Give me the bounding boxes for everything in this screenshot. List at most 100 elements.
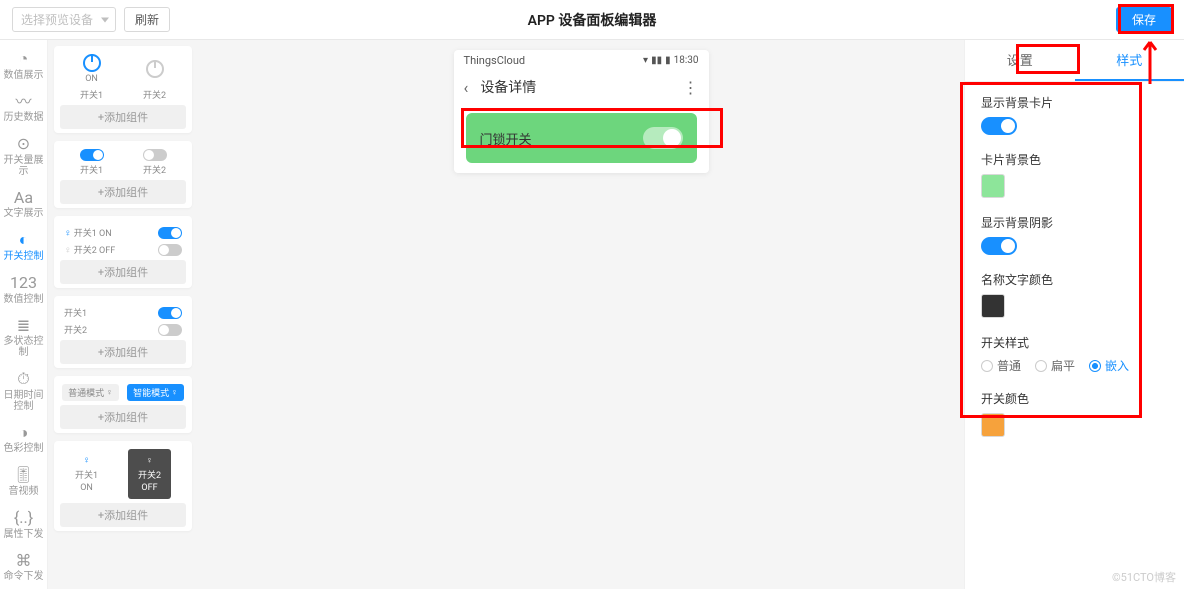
label-card-bg: 卡片背景色	[981, 151, 1168, 168]
label-sw2: 开关2	[143, 88, 166, 101]
sidebar-icon: ⏱	[17, 370, 29, 388]
phone-status-bar: ThingsCloud ▾▮▮▮18:30	[454, 50, 709, 71]
toggle-show-shadow[interactable]	[981, 237, 1017, 255]
save-button[interactable]: 保存	[1116, 7, 1172, 32]
radio-style-flat[interactable]: 扁平	[1035, 357, 1075, 374]
brand-label: ThingsCloud	[464, 54, 526, 67]
comp-card-mode[interactable]: 普通模式 ♀ 智能模式 ♀ +添加组件	[54, 376, 192, 433]
tab-settings[interactable]: 设置	[965, 40, 1075, 81]
door-lock-switch-card[interactable]: 门锁开关	[466, 113, 697, 163]
sidebar-icon: ◔	[19, 50, 29, 68]
label-on: ON	[85, 74, 98, 84]
sidebar-label: 多状态控制	[1, 336, 47, 358]
property-panel: 设置 样式 显示背景卡片 卡片背景色 显示背景阴影 名称文字颜色 开关样式	[964, 40, 1184, 589]
phone-header: ‹ 设备详情 ⋮	[454, 71, 709, 103]
mode-smart-pill: 智能模式 ♀	[127, 384, 184, 401]
bulb-off-icon: ♀	[64, 245, 72, 256]
sidebar-icon: ≣	[17, 317, 30, 335]
add-component-button[interactable]: +添加组件	[60, 405, 186, 429]
bulb-on-icon	[83, 54, 101, 72]
bulb-icon: ♀	[64, 228, 72, 239]
sidebar-item-5[interactable]: 123 数值控制	[1, 270, 47, 311]
mini-toggle-icon	[158, 244, 182, 256]
bulb-off-icon	[146, 60, 164, 78]
sidebar-icon: Aa	[14, 189, 33, 207]
sidebar-item-1[interactable]: 〰历史数据	[1, 89, 47, 130]
label-switch-color: 开关颜色	[981, 390, 1168, 407]
sidebar-item-10[interactable]: {..}属性下发	[1, 505, 47, 546]
sidebar-item-2[interactable]: ⊙ 开关量展示	[1, 131, 47, 183]
mini-toggle-off-icon	[143, 149, 167, 161]
label-name-color: 名称文字颜色	[981, 271, 1168, 288]
tab-style[interactable]: 样式	[1075, 40, 1184, 81]
radio-style-embed[interactable]: 嵌入	[1089, 357, 1129, 374]
sidebar-icon: ◑	[19, 424, 29, 442]
battery-icon: ▮	[665, 55, 671, 66]
sidebar-label: 文字展示	[4, 208, 44, 219]
add-component-button[interactable]: +添加组件	[60, 503, 186, 527]
refresh-button[interactable]: 刷新	[124, 7, 170, 32]
bulb-icon: ♀	[83, 455, 91, 466]
toggle-show-card[interactable]	[981, 117, 1017, 135]
comp-card-power[interactable]: ON 开关1 开关2 +添加组件	[54, 46, 192, 133]
device-select[interactable]: 选择预览设备	[12, 7, 116, 32]
add-component-button[interactable]: +添加组件	[60, 260, 186, 284]
add-component-button[interactable]: +添加组件	[60, 180, 186, 204]
back-icon[interactable]: ‹	[464, 78, 469, 97]
swatch-name-color[interactable]	[981, 294, 1005, 318]
sidebar-icon: ◐	[19, 231, 29, 249]
swatch-switch-color[interactable]	[981, 413, 1005, 437]
label-switch-style: 开关样式	[981, 334, 1168, 351]
mini-toggle-on-icon	[80, 149, 104, 161]
more-icon[interactable]: ⋮	[683, 78, 699, 97]
sidebar-label: 日期时间控制	[1, 390, 47, 412]
radio-style-normal[interactable]: 普通	[981, 357, 1021, 374]
comp-card-toggle-plain[interactable]: 开关1 开关2 +添加组件	[54, 296, 192, 368]
label-sw1: 开关1	[80, 88, 103, 101]
watermark: ©51CTO博客	[1112, 569, 1176, 585]
swatch-card-bg[interactable]	[981, 174, 1005, 198]
add-component-button[interactable]: +添加组件	[60, 105, 186, 129]
signal-icon: ▮▮	[651, 55, 662, 66]
comp-card-block[interactable]: ♀开关1ON ♀开关2OFF +添加组件	[54, 441, 192, 531]
label-show-card: 显示背景卡片	[981, 94, 1168, 111]
sidebar-label: 开关控制	[4, 251, 44, 262]
topbar-left: 选择预览设备 刷新	[12, 7, 170, 32]
label-show-shadow: 显示背景阴影	[981, 214, 1168, 231]
add-component-button[interactable]: +添加组件	[60, 340, 186, 364]
comp-card-toggle-row[interactable]: ♀ 开关1 ON ♀ 开关2 OFF +添加组件	[54, 216, 192, 288]
switch-card-label: 门锁开关	[480, 129, 532, 148]
embed-toggle-icon	[643, 127, 683, 149]
sidebar-item-8[interactable]: ◑色彩控制	[1, 420, 47, 461]
sidebar-icon: ⊙	[17, 135, 30, 153]
sidebar-icon: 〰	[15, 93, 31, 111]
bulb-off-icon: ♀	[146, 455, 153, 466]
canvas: ThingsCloud ▾▮▮▮18:30 ‹ 设备详情 ⋮ 门锁开关	[198, 40, 964, 589]
sidebar-label: 命令下发	[4, 571, 44, 582]
comp-card-toggle-simple[interactable]: 开关1 开关2 +添加组件	[54, 141, 192, 208]
sidebar-item-6[interactable]: ≣多状态控制	[1, 313, 47, 365]
mini-toggle-icon	[158, 307, 182, 319]
sidebar-label: 开关量展示	[1, 155, 47, 177]
phone-page-title: 设备详情	[480, 77, 536, 97]
component-panel: ON 开关1 开关2 +添加组件 开关1 开关2 +添加组件 ♀ 开关1 ON …	[48, 40, 198, 589]
sidebar-icon: ⌘	[16, 552, 32, 570]
sidebar-item-0[interactable]: ◔数值展示	[1, 46, 47, 87]
sidebar-item-4[interactable]: ◐ 开关控制	[1, 227, 47, 268]
sidebar-item-9[interactable]: 🎚音视频	[1, 462, 47, 503]
mini-toggle-icon	[158, 227, 182, 239]
phone-preview: ThingsCloud ▾▮▮▮18:30 ‹ 设备详情 ⋮ 门锁开关	[454, 50, 709, 173]
page-title: APP 设备面板编辑器	[528, 10, 657, 30]
time-label: 18:30	[674, 55, 699, 66]
main: ◔数值展示〰历史数据 ⊙ 开关量展示 Aa文字展示 ◐ 开关控制 123 数值控制 ≣多状态控制…	[0, 40, 1184, 589]
sidebar-label: 音视频	[9, 486, 39, 497]
sidebar-label: 属性下发	[4, 529, 44, 540]
sidebar-label: 数值控制	[4, 294, 44, 305]
sidebar-item-7[interactable]: ⏱ 日期时间控制	[1, 366, 47, 418]
sidebar-item-11[interactable]: ⌘命令下发	[1, 548, 47, 589]
sidebar-icon: 123	[10, 274, 37, 292]
sidebar: ◔数值展示〰历史数据 ⊙ 开关量展示 Aa文字展示 ◐ 开关控制 123 数值控制 ≣多状态控制…	[0, 40, 48, 589]
wifi-icon: ▾	[643, 55, 648, 66]
sidebar-item-3[interactable]: Aa文字展示	[1, 185, 47, 226]
property-body: 显示背景卡片 卡片背景色 显示背景阴影 名称文字颜色 开关样式 普通 扁平	[965, 82, 1184, 465]
